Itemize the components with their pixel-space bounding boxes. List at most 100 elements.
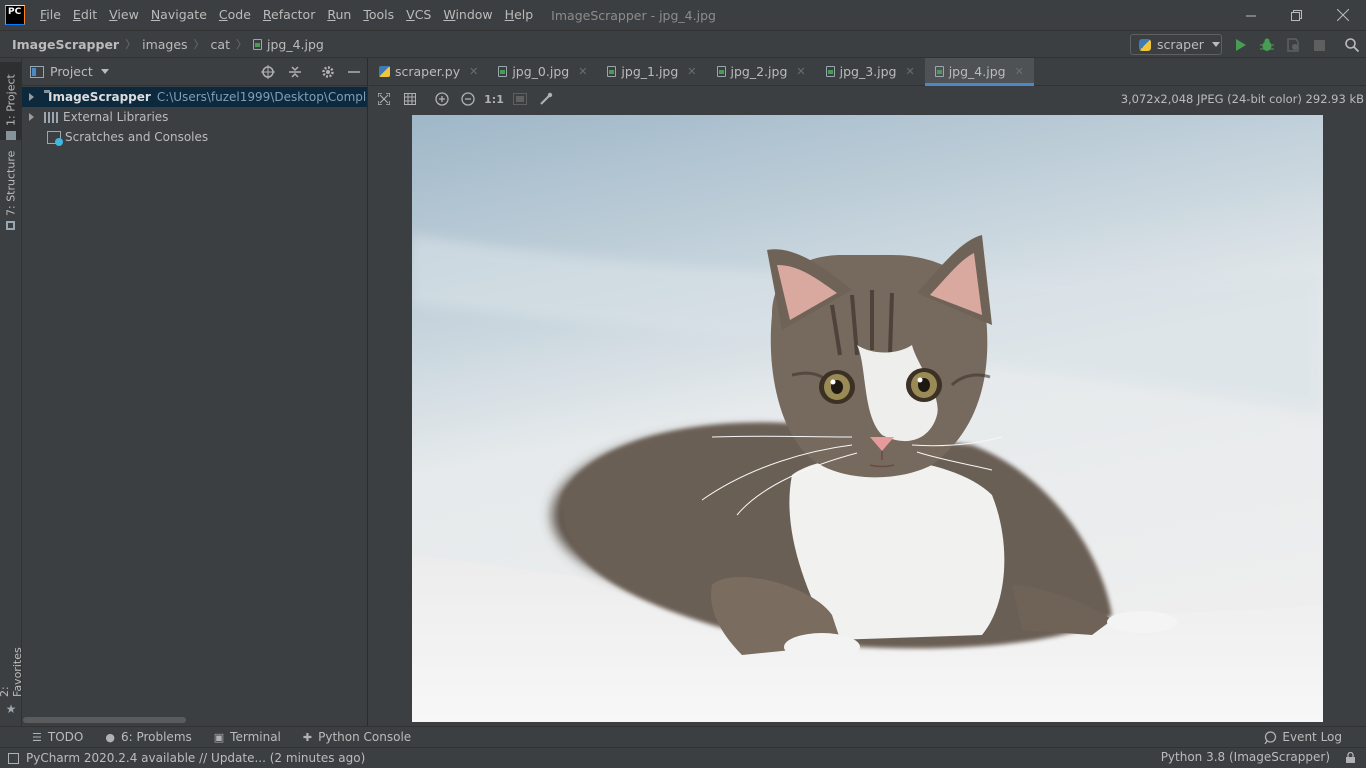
tab-jpg-3[interactable]: jpg_3.jpg ✕ xyxy=(816,58,925,85)
tree-item-external-libraries[interactable]: External Libraries xyxy=(22,107,367,127)
image-file-icon xyxy=(252,38,262,50)
close-tab-icon[interactable]: ✕ xyxy=(796,65,805,78)
menu-help[interactable]: Help xyxy=(499,0,540,30)
python-console-label: Python Console xyxy=(318,730,412,744)
image-file-icon xyxy=(498,66,508,77)
zoom-out-button[interactable] xyxy=(455,88,481,110)
status-message[interactable]: PyCharm 2020.2.4 available // Update... … xyxy=(26,751,365,765)
breadcrumb-project[interactable]: ImageScrapper xyxy=(12,37,119,52)
tab-jpg-0[interactable]: jpg_0.jpg ✕ xyxy=(488,58,597,85)
zoom-in-button[interactable] xyxy=(429,88,455,110)
terminal-icon: ▣ xyxy=(213,730,225,744)
menu-tools[interactable]: Tools xyxy=(357,0,400,30)
menu-window[interactable]: Window xyxy=(437,0,498,30)
fit-zoom-button[interactable] xyxy=(507,88,533,110)
left-tool-window-strip: 1: Project 7: Structure ★ 2: Favorites xyxy=(0,58,24,726)
pycharm-logo-icon: PC xyxy=(5,5,25,25)
image-editor-area xyxy=(369,112,1366,726)
folder-icon xyxy=(6,131,16,140)
close-tab-icon[interactable]: ✕ xyxy=(469,65,478,78)
collapse-all-button[interactable] xyxy=(287,64,303,80)
run-configuration-dropdown[interactable]: scraper xyxy=(1130,34,1222,55)
stop-button[interactable] xyxy=(1311,37,1327,53)
close-window-button[interactable] xyxy=(1320,0,1366,30)
tree-item-scratches[interactable]: Scratches and Consoles xyxy=(22,127,367,147)
navigation-bar: ImageScrapper 〉 images 〉 cat 〉 jpg_4.jpg… xyxy=(0,30,1366,58)
problems-tool-button[interactable]: ● 6: Problems xyxy=(105,730,191,744)
todo-label: TODO xyxy=(47,730,84,744)
structure-tool-tab[interactable]: 7: Structure xyxy=(0,148,22,230)
tab-jpg-2[interactable]: jpg_2.jpg ✕ xyxy=(707,58,816,85)
tab-jpg-4[interactable]: jpg_4.jpg ✕ xyxy=(924,58,1034,86)
favorites-tool-tab[interactable]: ★ 2: Favorites xyxy=(0,634,24,716)
tab-label: jpg_4.jpg xyxy=(948,64,1006,79)
tab-label: scraper.py xyxy=(395,64,461,79)
event-log-tool-button[interactable]: Event Log xyxy=(1264,730,1342,744)
run-with-coverage-button[interactable] xyxy=(1285,37,1301,53)
breadcrumb-separator: 〉 xyxy=(125,38,137,51)
expand-icon xyxy=(378,93,390,105)
panel-settings-button[interactable] xyxy=(320,64,336,80)
close-tab-icon[interactable]: ✕ xyxy=(905,65,914,78)
menu-file[interactable]: File xyxy=(34,0,67,30)
minimize-button[interactable] xyxy=(1228,0,1274,30)
menu-refactor[interactable]: Refactor xyxy=(257,0,321,30)
hide-panel-button[interactable] xyxy=(346,64,362,80)
breadcrumb-cat[interactable]: cat xyxy=(211,37,230,52)
project-tool-window: Project ImageScrapper C:\Users\fuzel1999… xyxy=(22,58,368,726)
chevron-down-icon[interactable] xyxy=(100,69,109,74)
menu-vcs[interactable]: VCS xyxy=(400,0,437,30)
lock-icon[interactable] xyxy=(1345,752,1356,763)
search-everywhere-button[interactable] xyxy=(1344,37,1360,53)
todo-tool-button[interactable]: ☰ TODO xyxy=(32,730,83,744)
expand-arrow-icon[interactable] xyxy=(29,93,34,101)
bug-icon xyxy=(1260,38,1274,51)
status-bar: PyCharm 2020.2.4 available // Update... … xyxy=(0,747,1366,768)
tree-item-label: Scratches and Consoles xyxy=(65,130,209,144)
actual-size-button[interactable]: 1:1 xyxy=(481,88,507,110)
restore-button[interactable] xyxy=(1273,0,1319,30)
python-console-tool-button[interactable]: ✚ Python Console xyxy=(303,730,411,744)
cat-photo-image xyxy=(412,115,1323,722)
python-console-icon: ✚ xyxy=(302,730,313,744)
expand-arrow-icon[interactable] xyxy=(29,113,34,121)
tab-jpg-1[interactable]: jpg_1.jpg ✕ xyxy=(597,58,706,85)
close-tab-icon[interactable]: ✕ xyxy=(1015,65,1024,78)
python-interpreter-selector[interactable]: Python 3.8 (ImageScrapper) xyxy=(1161,750,1330,764)
coverage-icon xyxy=(1287,38,1299,52)
zoom-in-icon xyxy=(435,92,449,106)
color-picker-button[interactable] xyxy=(533,88,559,110)
run-button[interactable] xyxy=(1233,37,1249,53)
image-file-icon xyxy=(934,66,944,77)
toggle-grid-button[interactable] xyxy=(397,88,423,110)
menu-code[interactable]: Code xyxy=(213,0,257,30)
status-panel-icon[interactable] xyxy=(8,752,19,764)
bottom-tool-window-bar: ☰ TODO ● 6: Problems ▣ Terminal ✚ Python… xyxy=(0,726,1366,747)
chevron-down-icon xyxy=(1211,42,1220,47)
menu-view[interactable]: View xyxy=(103,0,145,30)
menu-navigate[interactable]: Navigate xyxy=(145,0,213,30)
tab-label: jpg_2.jpg xyxy=(730,64,788,79)
play-icon xyxy=(1236,39,1246,51)
debug-button[interactable] xyxy=(1259,37,1275,53)
menu-run[interactable]: Run xyxy=(321,0,357,30)
breadcrumb-images[interactable]: images xyxy=(142,37,187,52)
close-tab-icon[interactable]: ✕ xyxy=(687,65,696,78)
close-tab-icon[interactable]: ✕ xyxy=(578,65,587,78)
tab-scraper-py[interactable]: scraper.py ✕ xyxy=(369,58,488,85)
image-file-icon xyxy=(825,66,835,77)
project-view-selector[interactable]: Project xyxy=(50,64,93,79)
horizontal-scrollbar[interactable] xyxy=(23,717,186,723)
tab-label: jpg_0.jpg xyxy=(512,64,570,79)
project-tool-tab[interactable]: 1: Project xyxy=(0,62,22,140)
fit-to-window-button[interactable] xyxy=(371,88,397,110)
restore-icon xyxy=(1290,9,1302,21)
breadcrumb-file[interactable]: jpg_4.jpg xyxy=(267,37,324,52)
locate-file-button[interactable] xyxy=(260,64,276,80)
info-icon: ● xyxy=(105,730,115,744)
terminal-tool-button[interactable]: ▣ Terminal xyxy=(214,730,281,744)
tree-item-label: External Libraries xyxy=(63,110,169,124)
menu-edit[interactable]: Edit xyxy=(67,0,103,30)
tree-item-project-root[interactable]: ImageScrapper C:\Users\fuzel1999\Desktop… xyxy=(22,87,367,107)
scratches-icon xyxy=(47,130,63,146)
